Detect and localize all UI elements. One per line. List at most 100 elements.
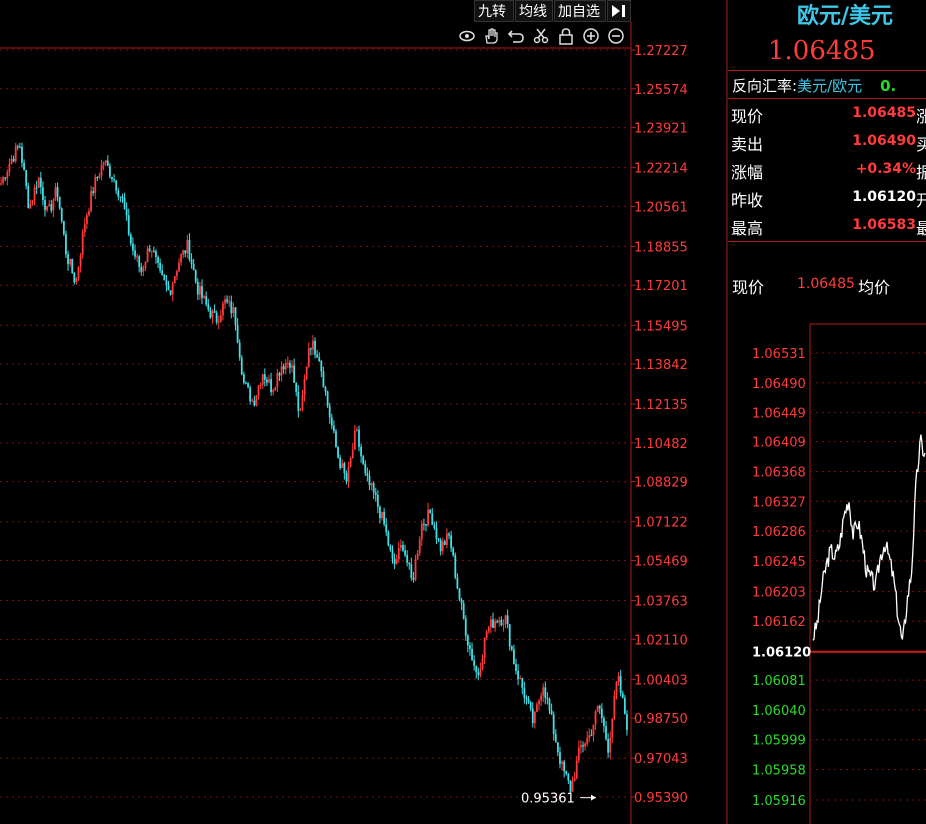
quote-row-value: +0.34% — [855, 161, 916, 177]
candle-body — [297, 391, 300, 411]
candle-body — [569, 780, 572, 792]
candle-body — [98, 175, 101, 178]
reverse-rate-row: 反向汇率:美元/欧元 0. — [732, 75, 896, 96]
candle-body — [188, 239, 191, 260]
candle-body — [607, 738, 610, 753]
candle-body — [368, 475, 371, 486]
candle-body — [573, 778, 576, 782]
candle-body — [381, 511, 383, 519]
candle-body — [349, 458, 352, 467]
candle-body — [52, 200, 55, 211]
candle-body — [550, 710, 553, 715]
candle-body — [163, 274, 166, 281]
candle-body — [60, 208, 63, 222]
candle-body — [374, 492, 377, 495]
candle-body — [556, 742, 559, 753]
candle-body — [412, 577, 415, 580]
candle-body — [418, 539, 421, 554]
candle-body — [6, 171, 9, 179]
candle-body — [437, 538, 440, 540]
candle-body — [559, 752, 561, 764]
candle-body — [284, 363, 287, 370]
candle-body — [542, 687, 545, 696]
quote-row-label: 最高 — [731, 219, 764, 238]
candle-body — [125, 209, 128, 216]
candle-body — [289, 362, 291, 368]
y-tick-label: 1.03763 — [634, 595, 688, 610]
candle-body — [529, 702, 532, 709]
candle-body — [598, 706, 601, 709]
candle-body — [307, 348, 310, 367]
candle-body — [605, 726, 607, 739]
candle-body — [427, 509, 429, 526]
candle-body — [621, 693, 624, 698]
candle-body — [611, 718, 614, 738]
candle-body — [167, 285, 170, 291]
candle-body — [510, 646, 513, 650]
candle-body — [39, 177, 42, 188]
candle-body — [155, 251, 157, 258]
quote-row-label: 涨幅 — [731, 163, 764, 182]
intraday-chart[interactable]: 1.06531 1.06490 1.06449 1.06409 1.06368 1.063… — [728, 300, 926, 824]
candle-body — [393, 558, 396, 564]
candle-body — [104, 160, 107, 163]
candle-body — [286, 362, 289, 364]
candle-body — [353, 430, 356, 450]
reverse-rate-pair[interactable]: 美元/欧元 — [797, 77, 862, 95]
candle-body — [439, 539, 442, 552]
candle-body — [582, 745, 584, 747]
candle-body — [414, 559, 417, 580]
candle-body — [115, 180, 118, 191]
candle-body — [247, 383, 249, 388]
candle-body — [100, 165, 103, 176]
candle-body — [596, 706, 599, 712]
candle-body — [54, 187, 57, 201]
candle-body — [102, 162, 105, 166]
candle-body — [242, 374, 245, 383]
y-tick-label: 1.12135 — [634, 398, 688, 413]
candle-body — [71, 259, 74, 273]
candle-body — [320, 360, 323, 372]
candle-body — [175, 271, 178, 277]
candle-body — [142, 267, 145, 272]
candle-body — [343, 463, 346, 474]
candle-body — [295, 382, 298, 392]
candle-body — [199, 286, 201, 295]
candle-body — [469, 645, 471, 649]
candle-body — [383, 511, 386, 525]
candle-body — [515, 663, 517, 672]
min-marker-label: 0.95361 — [521, 792, 575, 807]
candle-body — [42, 187, 44, 200]
candle-body — [280, 366, 283, 376]
candle-body — [73, 272, 76, 283]
y-tick-label: 1.17201 — [634, 279, 688, 294]
candle-body — [230, 301, 233, 314]
candle-body — [322, 371, 325, 388]
candle-body — [0, 183, 2, 185]
candlestick-chart[interactable]: 1.27227 1.25574 1.23921 1.22214 1.20561 1.188… — [0, 0, 728, 824]
candle-body — [207, 304, 210, 310]
candle-body — [565, 771, 568, 774]
candle-body — [263, 374, 266, 380]
candle-body — [483, 637, 486, 659]
candle-body — [83, 223, 86, 233]
quote-row-tail: 买 — [916, 135, 926, 154]
intraday-price-line — [812, 434, 926, 641]
y-tick-label: 1.00403 — [634, 673, 688, 688]
intraday-tick-label: 1.06327 — [752, 495, 806, 510]
candle-body — [477, 672, 480, 676]
candle-body — [372, 483, 375, 493]
candle-body — [173, 276, 176, 284]
candle-body — [485, 631, 488, 638]
intraday-tick-label: 1.06120 — [752, 646, 811, 661]
quote-divider — [728, 70, 926, 71]
candle-body — [402, 544, 404, 551]
y-tick-label: 1.02110 — [634, 633, 688, 648]
candle-body — [337, 446, 339, 458]
y-tick-label: 0.98750 — [634, 712, 688, 727]
candle-body — [536, 704, 538, 712]
intraday-now-label: 现价 — [732, 278, 765, 297]
candle-body — [165, 280, 168, 286]
candle-body — [94, 177, 97, 193]
intraday-now-value: 1.06485 — [797, 276, 855, 292]
